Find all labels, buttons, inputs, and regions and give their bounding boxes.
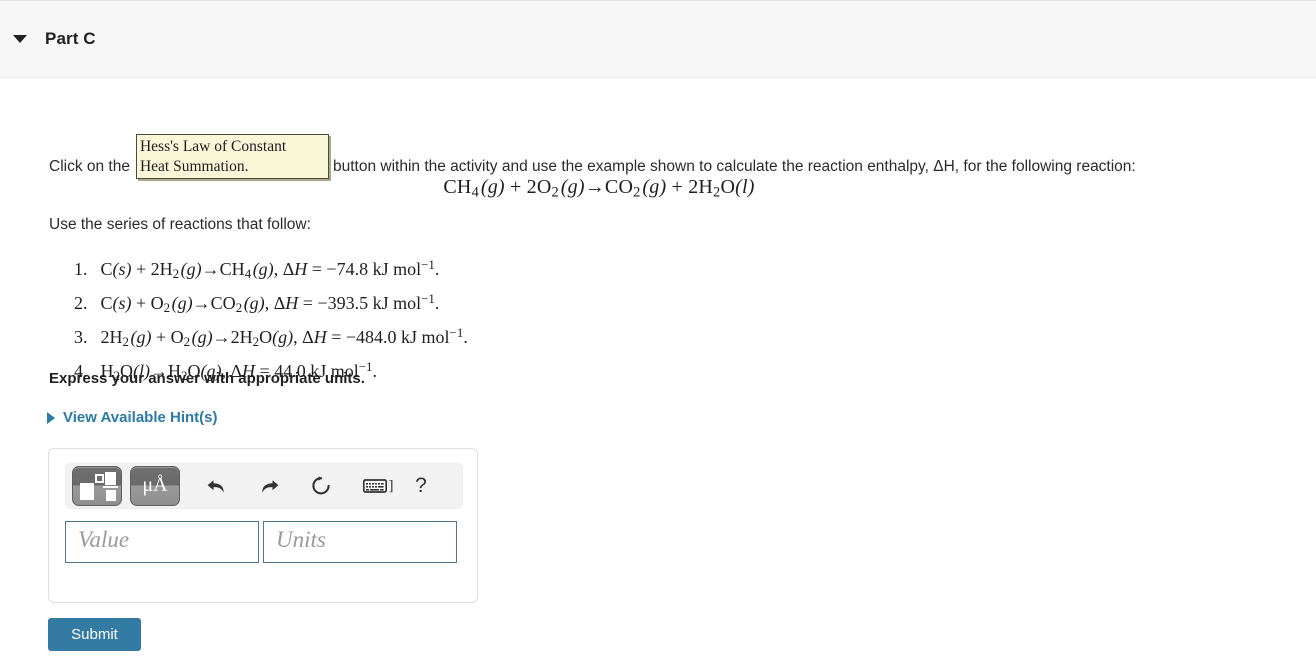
answer-fields: Value Units (65, 521, 457, 563)
reaction-number: 2. (74, 292, 88, 313)
value-input[interactable]: Value (65, 521, 259, 563)
caret-right-icon (47, 411, 55, 424)
reaction-list: 1. C(s) + 2H2 (g)→CH4 (g), ΔH = −74.8 kJ… (74, 252, 468, 388)
main-reaction-equation: CH4 (g) + 2O2 (g)→CO2 (g) + 2H2O(l) (0, 176, 1316, 202)
view-hints-label: View Available Hint(s) (63, 409, 218, 426)
reaction-number: 1. (74, 258, 88, 279)
answer-toolbar: μÅ] ? (65, 463, 463, 509)
help-button[interactable]: ? (410, 474, 432, 498)
hess-law-button-image[interactable]: Hess's Law of Constant Heat Summation. (135, 134, 329, 179)
list-item: 1. C(s) + 2H2 (g)→CH4 (g), ΔH = −74.8 kJ… (74, 257, 440, 282)
list-item: 3. 2H2 (g) + O2 (g)→2H2O(g), ΔH = −484.0… (74, 325, 468, 350)
keyboard-bracket: ] (388, 477, 394, 494)
template-icon[interactable] (72, 466, 122, 506)
redo-arrow-icon[interactable] (252, 476, 286, 496)
list-item: 2. C(s) + O2 (g)→CO2 (g), ΔH = −393.5 kJ… (74, 291, 440, 316)
prompt-after-text: button within the activity and use the e… (332, 158, 1136, 175)
part-header[interactable]: Part C (0, 0, 1316, 78)
undo-arrow-icon[interactable] (200, 476, 234, 496)
prompt-line: Click on the Hess's Law of Constant Heat S… (49, 134, 1136, 179)
hess-law-button-line1: Hess's Law of Constant (139, 138, 287, 155)
reaction-number: 3. (74, 326, 88, 347)
units-button[interactable]: μÅ (130, 466, 180, 506)
express-answer-note: Express your answer with appropriate uni… (49, 370, 365, 387)
keyboard-icon[interactable]: ] (356, 478, 400, 495)
series-intro: Use the series of reactions that follow: (49, 216, 311, 233)
answer-box: μÅ] ? Value Units (48, 448, 478, 603)
submit-button[interactable]: Submit (48, 618, 141, 651)
prompt-before-text: Click on the (49, 158, 130, 175)
page-title: Part C (45, 29, 96, 48)
hess-law-button-line2: Heat Summation. (139, 158, 249, 175)
caret-down-icon[interactable] (13, 35, 27, 43)
view-hints-link[interactable]: View Available Hint(s) (47, 409, 218, 426)
main-reaction-equation-text: CH4 (g) + 2O2 (g)→CO2 (g) + 2H2O(l) (443, 176, 755, 201)
reset-circular-arrow-icon[interactable] (304, 475, 338, 497)
units-input[interactable]: Units (263, 521, 457, 563)
